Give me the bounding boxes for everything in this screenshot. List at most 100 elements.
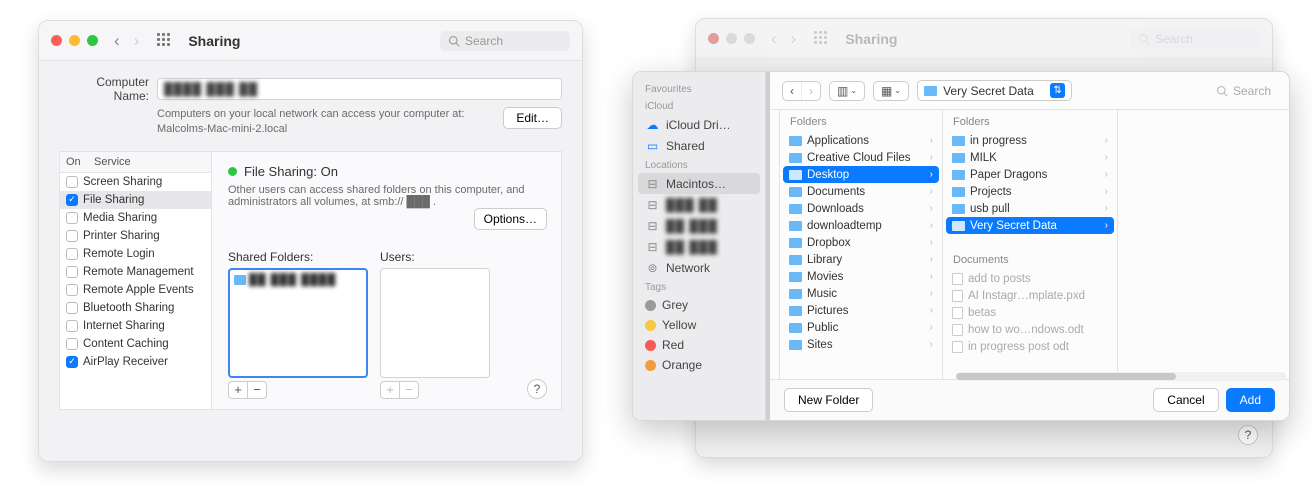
document-icon <box>952 273 963 285</box>
column-item[interactable]: Public› <box>783 319 939 336</box>
folder-icon <box>952 187 965 197</box>
sidebar-item-drive[interactable]: ⊟███ ██ <box>633 194 765 215</box>
sidebar-item-shared[interactable]: ▭Shared <box>633 135 765 156</box>
chevron-updown-icon: ⇅ <box>1050 83 1065 98</box>
service-row[interactable]: ✓AirPlay Receiver <box>60 353 211 371</box>
checkbox[interactable]: ✓ <box>66 356 78 368</box>
folder-icon <box>789 255 802 265</box>
column-item[interactable]: Movies› <box>783 268 939 285</box>
users-list[interactable] <box>380 268 490 378</box>
back-button[interactable]: ‹ <box>783 82 801 100</box>
checkbox[interactable] <box>66 266 78 278</box>
open-panel-sheet: Favourites iCloud ☁iCloud Dri… ▭Shared L… <box>632 71 1290 421</box>
service-row[interactable]: Screen Sharing <box>60 173 211 191</box>
service-row[interactable]: Media Sharing <box>60 209 211 227</box>
sidebar-item-network[interactable]: ⊚Network <box>633 257 765 278</box>
sidebar-item-drive[interactable]: ⊟██ ███ <box>633 215 765 236</box>
scrollbar-thumb[interactable] <box>956 373 1176 380</box>
zoom-button[interactable] <box>87 35 98 46</box>
new-folder-button[interactable]: New Folder <box>784 388 873 412</box>
checkbox[interactable]: ✓ <box>66 194 78 206</box>
service-row[interactable]: Printer Sharing <box>60 227 211 245</box>
tag-dot-icon <box>645 300 656 311</box>
forward-button[interactable]: › <box>134 31 140 51</box>
add-user-button[interactable]: + <box>380 381 400 399</box>
sidebar-tag-item[interactable]: Grey <box>633 295 765 315</box>
shared-folder-icon: ▭ <box>645 138 660 153</box>
column-item[interactable]: Creative Cloud Files› <box>783 149 939 166</box>
folder-icon <box>789 306 802 316</box>
column-item[interactable]: Projects› <box>946 183 1114 200</box>
path-popup[interactable]: Very Secret Data ⇅ <box>917 80 1072 101</box>
group-button[interactable]: ▦⌄ <box>873 81 909 101</box>
service-name: Media Sharing <box>83 212 157 224</box>
column-item[interactable]: usb pull› <box>946 200 1114 217</box>
column-item[interactable]: Music› <box>783 285 939 302</box>
sidebar-tag-item[interactable]: Orange <box>633 355 765 375</box>
column-item[interactable]: Paper Dragons› <box>946 166 1114 183</box>
add-folder-button[interactable]: + <box>228 381 248 399</box>
service-row[interactable]: Bluetooth Sharing <box>60 299 211 317</box>
checkbox[interactable] <box>66 230 78 242</box>
service-row[interactable]: Content Caching <box>60 335 211 353</box>
disk-icon: ⊟ <box>645 239 660 254</box>
shared-folder-item[interactable]: ██ ███ ████ <box>234 274 362 286</box>
options-button[interactable]: Options… <box>474 208 547 230</box>
forward-button[interactable]: › <box>801 82 820 100</box>
column-item[interactable]: Pictures› <box>783 302 939 319</box>
remove-folder-button[interactable]: − <box>247 381 267 399</box>
column-item[interactable]: Desktop› <box>783 166 939 183</box>
computer-name-label: Computer Name: <box>59 75 149 103</box>
checkbox[interactable] <box>66 176 78 188</box>
show-all-button[interactable] <box>157 33 172 48</box>
add-button[interactable]: Add <box>1226 388 1275 412</box>
sidebar-item-icloud-drive[interactable]: ☁iCloud Dri… <box>633 114 765 135</box>
sidebar-tag-item[interactable]: Yellow <box>633 315 765 335</box>
column-item[interactable]: downloadtemp› <box>783 217 939 234</box>
sidebar-item-macintosh-hd[interactable]: ⊟Macintos… <box>638 173 760 194</box>
close-button[interactable] <box>51 35 62 46</box>
remove-user-button[interactable]: − <box>399 381 419 399</box>
column-item[interactable]: Documents› <box>783 183 939 200</box>
checkbox[interactable] <box>66 338 78 350</box>
minimize-button[interactable] <box>69 35 80 46</box>
checkbox[interactable] <box>66 212 78 224</box>
users-label: Users: <box>380 250 490 264</box>
service-row[interactable]: Internet Sharing <box>60 317 211 335</box>
sidebar-item-drive[interactable]: ⊟██ ███ <box>633 236 765 257</box>
search-field[interactable]: Search <box>440 31 570 51</box>
checkbox[interactable] <box>66 284 78 296</box>
service-row[interactable]: Remote Management <box>60 263 211 281</box>
column-item[interactable]: Library› <box>783 251 939 268</box>
cancel-button[interactable]: Cancel <box>1153 388 1218 412</box>
computer-name-field[interactable]: ████ ███ ██ <box>157 78 562 100</box>
column-item[interactable]: Downloads› <box>783 200 939 217</box>
column-item[interactable]: Applications› <box>783 132 939 149</box>
column-subhead: Documents <box>943 248 1117 270</box>
disk-icon: ⊟ <box>645 218 660 233</box>
checkbox[interactable] <box>66 248 78 260</box>
shared-folders-list[interactable]: ██ ███ ████ <box>228 268 368 378</box>
service-name: Remote Login <box>83 248 155 260</box>
back-button[interactable]: ‹ <box>114 31 120 51</box>
checkbox[interactable] <box>66 302 78 314</box>
service-row[interactable]: Remote Login <box>60 245 211 263</box>
service-row[interactable]: Remote Apple Events <box>60 281 211 299</box>
view-mode-button[interactable]: ▥⌄ <box>829 81 865 101</box>
checkbox[interactable] <box>66 320 78 332</box>
column-item[interactable]: in progress› <box>946 132 1114 149</box>
edit-button[interactable]: Edit… <box>503 107 562 129</box>
close-button[interactable] <box>708 33 719 44</box>
column-item[interactable]: Very Secret Data› <box>946 217 1114 234</box>
column-item[interactable]: Dropbox› <box>783 234 939 251</box>
folder-icon <box>789 323 802 333</box>
help-button[interactable]: ? <box>527 379 547 399</box>
horizontal-scrollbar[interactable] <box>956 372 1286 381</box>
help-button[interactable]: ? <box>1238 425 1258 445</box>
column-item[interactable]: Sites› <box>783 336 939 353</box>
column-item[interactable]: MILK› <box>946 149 1114 166</box>
chevron-right-icon: › <box>1105 203 1108 214</box>
service-row[interactable]: ✓File Sharing <box>60 191 211 209</box>
sidebar-tag-item[interactable]: Red <box>633 335 765 355</box>
search-field[interactable]: Search <box>1210 82 1277 100</box>
